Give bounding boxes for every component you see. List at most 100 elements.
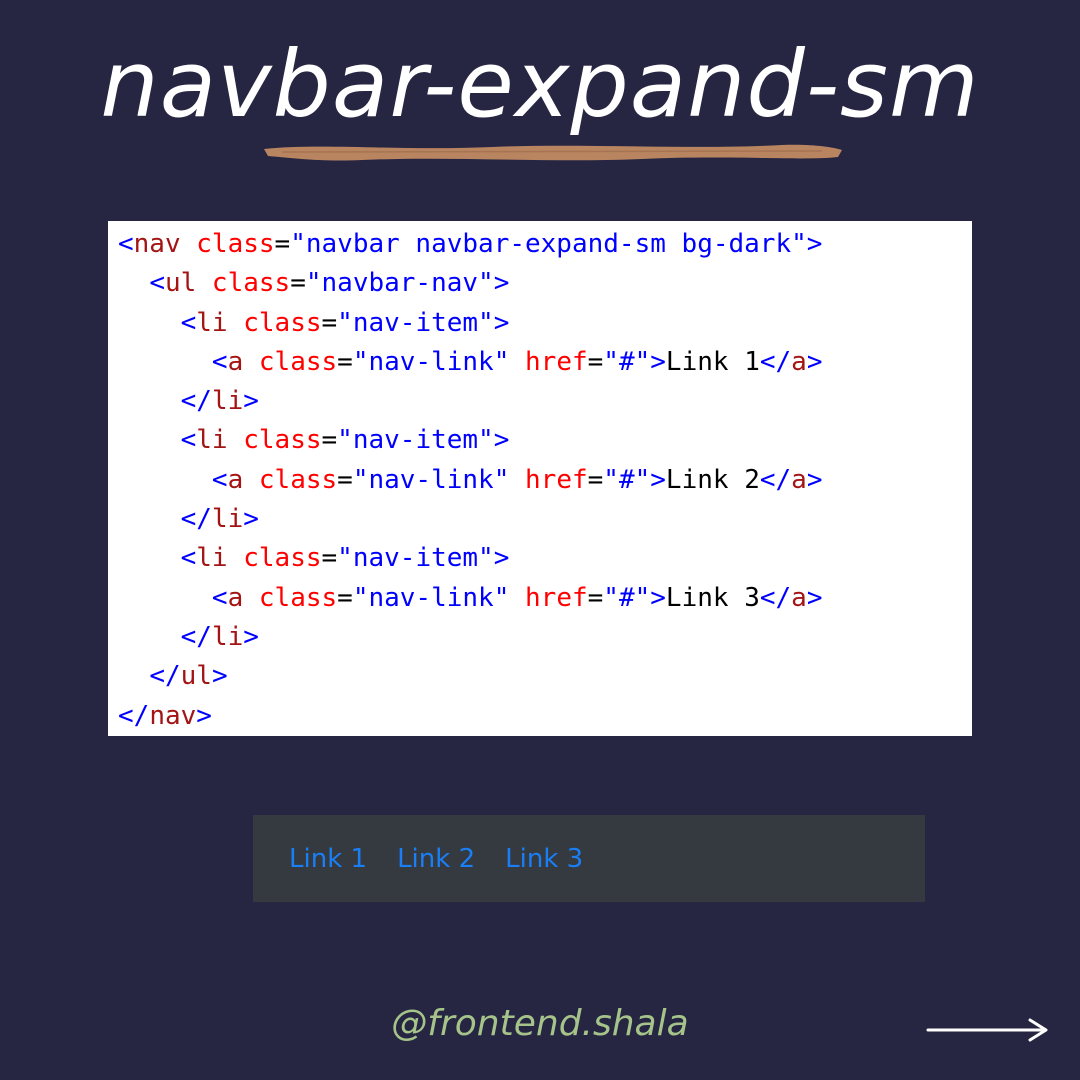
code-token: > xyxy=(493,268,510,299)
code-token: class xyxy=(227,425,322,456)
code-line: <ul class="navbar-nav"> xyxy=(118,264,972,303)
code-token: class xyxy=(227,543,322,574)
code-token: = xyxy=(321,307,338,338)
code-token: "#" xyxy=(603,464,651,495)
code-token: "nav-link" xyxy=(352,582,510,613)
code-token: "nav-link" xyxy=(352,346,510,377)
demo-nav-link-2[interactable]: Link 2 xyxy=(397,844,475,874)
demo-nav-link-3[interactable]: Link 3 xyxy=(505,844,583,874)
code-token: > xyxy=(650,346,666,377)
code-token: href xyxy=(509,464,588,495)
code-line: <li class="nav-item"> xyxy=(118,539,972,578)
code-token: li xyxy=(196,425,228,456)
arrow-right-icon[interactable] xyxy=(926,1015,1050,1045)
code-token: = xyxy=(321,543,338,574)
code-token: </ xyxy=(180,621,212,652)
code-token: = xyxy=(321,425,338,456)
code-token: "navbar-nav" xyxy=(305,268,494,299)
demo-nav-link-1[interactable]: Link 1 xyxy=(289,844,367,874)
code-token: li xyxy=(211,621,244,652)
code-token: class xyxy=(180,229,275,259)
code-line: <li class="nav-item"> xyxy=(118,421,972,460)
code-token: li xyxy=(211,504,244,535)
code-token: = xyxy=(337,582,353,613)
code-token: > xyxy=(806,582,823,613)
code-token: > xyxy=(243,386,259,417)
code-token: href xyxy=(509,346,588,377)
code-token: "nav-item" xyxy=(337,543,494,574)
code-token: "#" xyxy=(603,346,651,377)
code-token: a xyxy=(791,582,807,613)
code-token: li xyxy=(211,386,244,417)
code-token: a xyxy=(227,464,244,495)
code-token: = xyxy=(274,229,291,259)
code-token: Link 2 xyxy=(665,464,760,495)
code-line: <a class="nav-link" href="#">Link 2</a> xyxy=(118,461,972,500)
code-line: <nav class="navbar navbar-expand-sm bg-d… xyxy=(118,225,972,264)
code-token: < xyxy=(211,582,228,613)
code-token: nav xyxy=(149,700,197,731)
code-token: > xyxy=(493,307,510,338)
code-token: nav xyxy=(133,229,181,259)
code-token: = xyxy=(587,582,604,613)
code-token: </ xyxy=(180,504,212,535)
code-token: < xyxy=(180,543,197,574)
code-token: ul xyxy=(164,268,197,299)
code-line: </ul> xyxy=(118,657,972,696)
code-token: > xyxy=(493,543,510,574)
code-token: Link 1 xyxy=(665,346,760,377)
code-token: class xyxy=(243,346,338,377)
code-token: </ xyxy=(759,346,792,377)
code-token: > xyxy=(806,464,823,495)
code-token: li xyxy=(196,543,228,574)
code-line: </nav> xyxy=(118,697,972,736)
code-token: = xyxy=(587,346,604,377)
code-token: class xyxy=(196,268,291,299)
code-token: > xyxy=(211,661,228,692)
code-token: "nav-item" xyxy=(337,425,494,456)
code-token: = xyxy=(337,346,353,377)
code-line: </li> xyxy=(118,618,972,657)
code-token: </ xyxy=(759,582,792,613)
code-token: < xyxy=(180,425,197,456)
code-token: "nav-item" xyxy=(337,307,494,338)
code-token: > xyxy=(806,229,823,259)
code-token: < xyxy=(180,307,197,338)
code-token: > xyxy=(650,582,666,613)
code-token: > xyxy=(650,464,666,495)
code-line: </li> xyxy=(118,382,972,421)
code-token: class xyxy=(227,307,322,338)
code-token: "navbar navbar-expand-sm bg-dark" xyxy=(290,229,807,259)
code-token: Link 3 xyxy=(665,582,760,613)
author-handle: @frontend.shala xyxy=(391,1003,689,1044)
code-token: > xyxy=(196,700,212,731)
code-token: ul xyxy=(180,661,212,692)
page-title: navbar-expand-sm xyxy=(100,31,980,138)
code-token: "nav-link" xyxy=(352,464,510,495)
code-token: = xyxy=(290,268,306,299)
code-token: < xyxy=(149,268,165,299)
code-line: <a class="nav-link" href="#">Link 1</a> xyxy=(118,343,972,382)
code-token: class xyxy=(243,582,338,613)
code-token: > xyxy=(243,504,259,535)
code-line: <a class="nav-link" href="#">Link 3</a> xyxy=(118,579,972,618)
code-token: > xyxy=(806,346,823,377)
code-token: </ xyxy=(149,661,181,692)
code-token: = xyxy=(587,464,604,495)
code-token: </ xyxy=(118,700,150,731)
code-snippet-panel: <nav class="navbar navbar-expand-sm bg-d… xyxy=(108,221,972,736)
code-token: class xyxy=(243,464,338,495)
code-token: a xyxy=(791,346,807,377)
code-token: href xyxy=(509,582,588,613)
